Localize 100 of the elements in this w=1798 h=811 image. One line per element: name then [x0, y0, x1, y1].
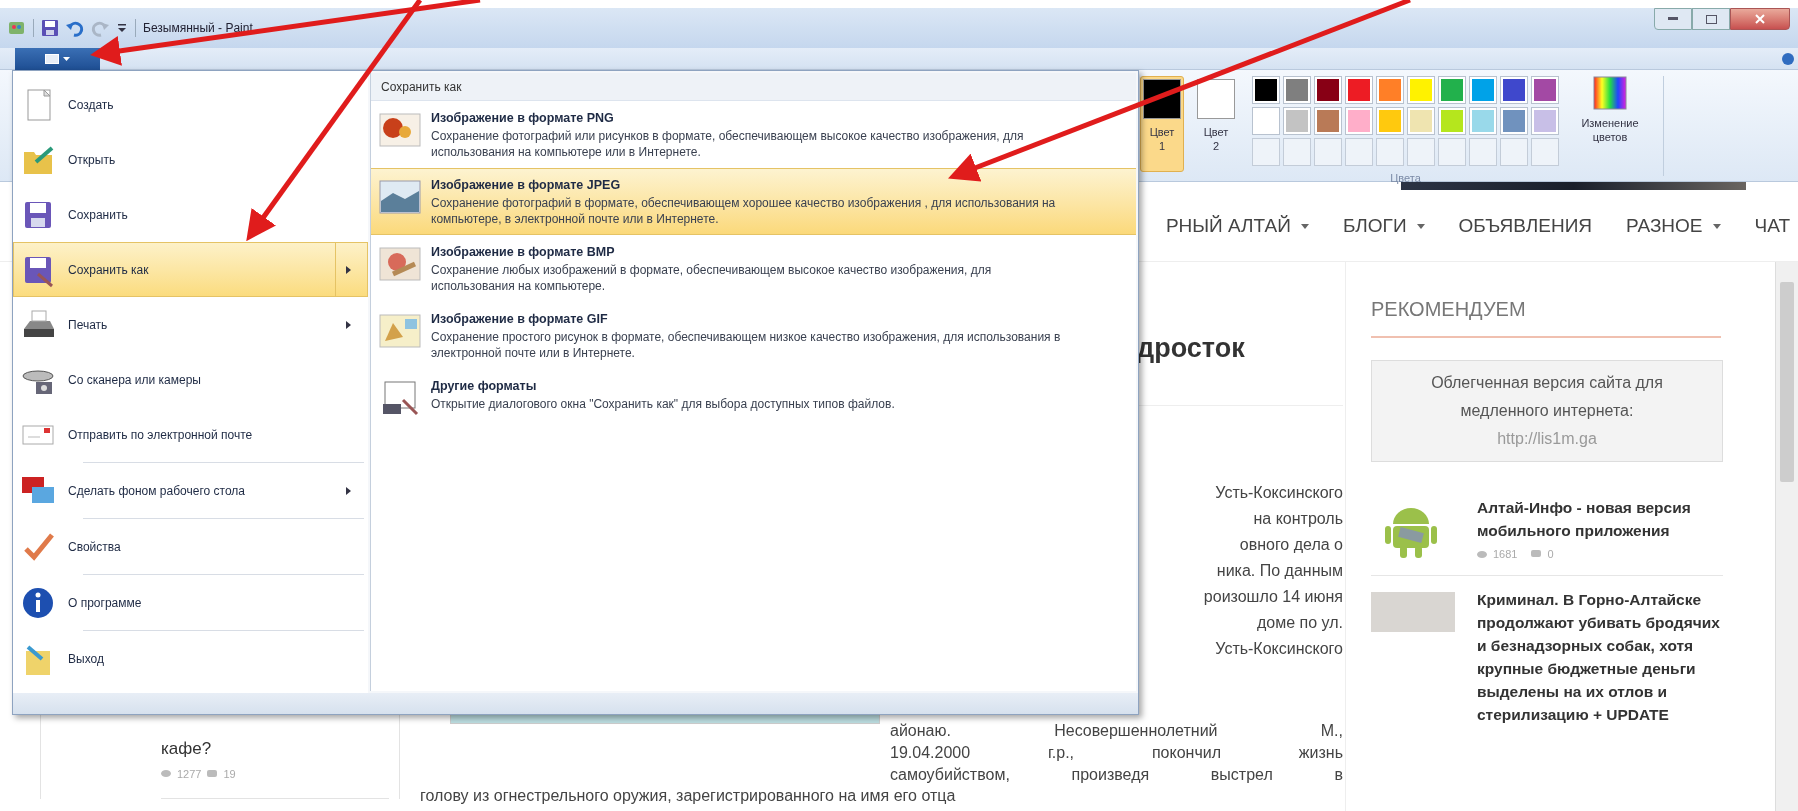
palette-swatch[interactable] — [1345, 107, 1373, 135]
comment-count: 0 — [1547, 547, 1554, 562]
palette-swatch[interactable] — [1314, 76, 1342, 104]
scrollbar[interactable] — [1775, 262, 1798, 811]
menu-item[interactable]: Сохранить — [13, 187, 368, 242]
palette-swatch[interactable] — [1314, 107, 1342, 135]
article-title: дросток — [1137, 332, 1246, 365]
format-icon — [379, 110, 421, 150]
format-icon — [379, 244, 421, 284]
edit-colors-button[interactable]: Изменение цветов — [1567, 76, 1653, 144]
palette-swatch[interactable] — [1500, 107, 1528, 135]
minimize-button[interactable] — [1654, 8, 1692, 30]
article-link-title[interactable]: Алтай-Инфо - новая версия мобильного приложения — [1477, 496, 1723, 542]
color-slot-button[interactable]: Цвет 2 — [1194, 76, 1238, 172]
paint-app-icon — [8, 19, 26, 37]
menu-item[interactable]: Свойства — [13, 519, 368, 574]
document-icon — [45, 53, 59, 64]
palette-swatch[interactable] — [1252, 107, 1280, 135]
save-icon[interactable] — [41, 19, 59, 37]
comment-count: 19 — [223, 766, 236, 782]
redo-icon[interactable] — [91, 19, 109, 37]
article-text-line: на контроль — [1253, 508, 1343, 529]
article-text-line: 19.04.2000 г.р., покончил жизнь — [890, 742, 1343, 763]
menu-item[interactable]: Печать — [13, 297, 368, 352]
color-slot-button[interactable]: Цвет 1 — [1140, 76, 1184, 172]
format-icon — [379, 311, 421, 351]
article-text-line: голову из огнестрельного оружия, зарегистрированного на имя его отца — [420, 785, 957, 806]
palette-swatch[interactable] — [1252, 76, 1280, 104]
maximize-button[interactable] — [1692, 8, 1730, 30]
maximize-icon — [1705, 14, 1717, 24]
palette-swatch[interactable] — [1376, 76, 1404, 104]
scrollbar-thumb[interactable] — [1780, 282, 1794, 482]
group-label: Цвета — [1390, 171, 1421, 186]
article-text-line: Усть-Коксинского — [1215, 638, 1343, 659]
article-link-title[interactable]: кафе? — [161, 736, 399, 762]
palette-swatch[interactable] — [1407, 107, 1435, 135]
menu-item[interactable]: Сделать фоном рабочего стола — [13, 463, 368, 518]
palette-swatch[interactable] — [1531, 76, 1559, 104]
close-icon — [1755, 14, 1765, 24]
save-format-option[interactable]: Изображение в формате PNG Сохранение фотографий или рисунков в формате, обеспечивающем высокое качество изображения, для использования на компьютере или в Интернете. — [371, 101, 1136, 168]
empty-palette-slot[interactable] — [1376, 138, 1404, 166]
nav-link[interactable]: РНЫЙ АЛТАЙ — [1165, 212, 1309, 241]
notice-text: Облегченная версия сайта для медленного интернета: — [1430, 373, 1664, 421]
empty-palette-slot[interactable] — [1531, 138, 1559, 166]
empty-palette-slot[interactable] — [1407, 138, 1435, 166]
empty-palette-slot[interactable] — [1469, 138, 1497, 166]
nav-link[interactable]: ОБЪЯВЛЕНИЯ — [1458, 212, 1592, 241]
palette-swatch[interactable] — [1438, 76, 1466, 104]
undo-icon[interactable] — [66, 19, 84, 37]
window-title: Безымянный - Paint — [143, 20, 253, 37]
save-format-option[interactable]: Изображение в формате BMP Сохранение любых изображений в формате, обеспечивающем высокое качество изображения, для использования на компьютере. — [371, 235, 1136, 302]
menu-item[interactable]: Открыть — [13, 132, 368, 187]
palette-swatch[interactable] — [1531, 107, 1559, 135]
article-text-line: самоубийством, произведя выстрел в — [890, 764, 1343, 785]
menu-item[interactable]: Сохранить как — [13, 242, 368, 297]
empty-palette-slot[interactable] — [1438, 138, 1466, 166]
menu-item[interactable]: Со сканера или камеры — [13, 352, 368, 407]
article-text-line: овного дела о — [1239, 534, 1343, 555]
empty-palette-slot[interactable] — [1314, 138, 1342, 166]
empty-palette-slot[interactable] — [1283, 138, 1311, 166]
article-text-line: Усть-Коксинского — [1215, 482, 1343, 503]
eye-icon — [1477, 550, 1487, 558]
dropdown-icon[interactable] — [116, 22, 128, 34]
palette-swatch[interactable] — [1283, 76, 1311, 104]
nav-link[interactable]: ЧАТ — [1754, 212, 1790, 241]
menu-item[interactable]: О программе — [13, 575, 368, 630]
nav-link[interactable]: РАЗНОЕ — [1626, 212, 1721, 241]
help-icon[interactable] — [1782, 52, 1794, 65]
palette-swatch[interactable] — [1469, 76, 1497, 104]
caret-icon — [63, 56, 70, 61]
menu-item[interactable]: Выход — [13, 631, 368, 686]
empty-palette-slot[interactable] — [1345, 138, 1373, 166]
comment-icon — [207, 769, 218, 778]
close-button[interactable] — [1730, 8, 1790, 30]
article-text-line: айонаю. Несовершеннолетний М., — [890, 720, 1343, 741]
color-spectrum-icon — [1593, 76, 1627, 110]
article-text-line: доме по ул. — [1257, 612, 1343, 633]
submenu-heading: Сохранить как — [371, 73, 1136, 101]
save-format-option[interactable]: Изображение в формате JPEG Сохранение фотографий в формате, обеспечивающем хорошее качество изображения , для использования на компьютере, в электронной почте или в Интернете. — [371, 168, 1136, 235]
palette-swatch[interactable] — [1345, 76, 1373, 104]
save-format-option[interactable]: Другие форматы Открытие диалогового окна "Сохранить как" для выбора доступных типов файлов. — [371, 369, 1136, 436]
palette-swatch[interactable] — [1283, 107, 1311, 135]
save-format-option[interactable]: Изображение в формате GIF Сохранение простого рисунок в формате, обеспечивающем низкое качество изображения, для использования в электронной почте или в Интернете. — [371, 302, 1136, 369]
article-link-title[interactable]: Криминал. В Горно-Алтайске продолжают убивать бродячих и безнадзорных собак, хотя крупные бюджетные деньги выделены на их отлов и стерилизацию + UPDATE — [1477, 587, 1723, 726]
nav-link[interactable]: БЛОГИ — [1342, 212, 1425, 241]
view-count: 1277 — [177, 766, 202, 782]
section-heading: РЕКОМЕНДУЕМ — [1371, 297, 1527, 322]
palette-swatch[interactable] — [1376, 107, 1404, 135]
palette-swatch[interactable] — [1407, 76, 1435, 104]
article-text-line: ника. По данным — [1216, 560, 1343, 581]
palette-swatch[interactable] — [1438, 107, 1466, 135]
empty-palette-slot[interactable] — [1252, 138, 1280, 166]
palette-swatch[interactable] — [1500, 76, 1528, 104]
format-icon — [379, 177, 421, 217]
view-count: 1681 — [1493, 547, 1518, 562]
menu-item[interactable]: Отправить по электронной почте — [13, 407, 368, 462]
empty-palette-slot[interactable] — [1500, 138, 1528, 166]
palette-swatch[interactable] — [1469, 107, 1497, 135]
article-text-line: роизошло 14 июня — [1203, 586, 1343, 607]
menu-item[interactable]: Создать — [13, 77, 368, 132]
